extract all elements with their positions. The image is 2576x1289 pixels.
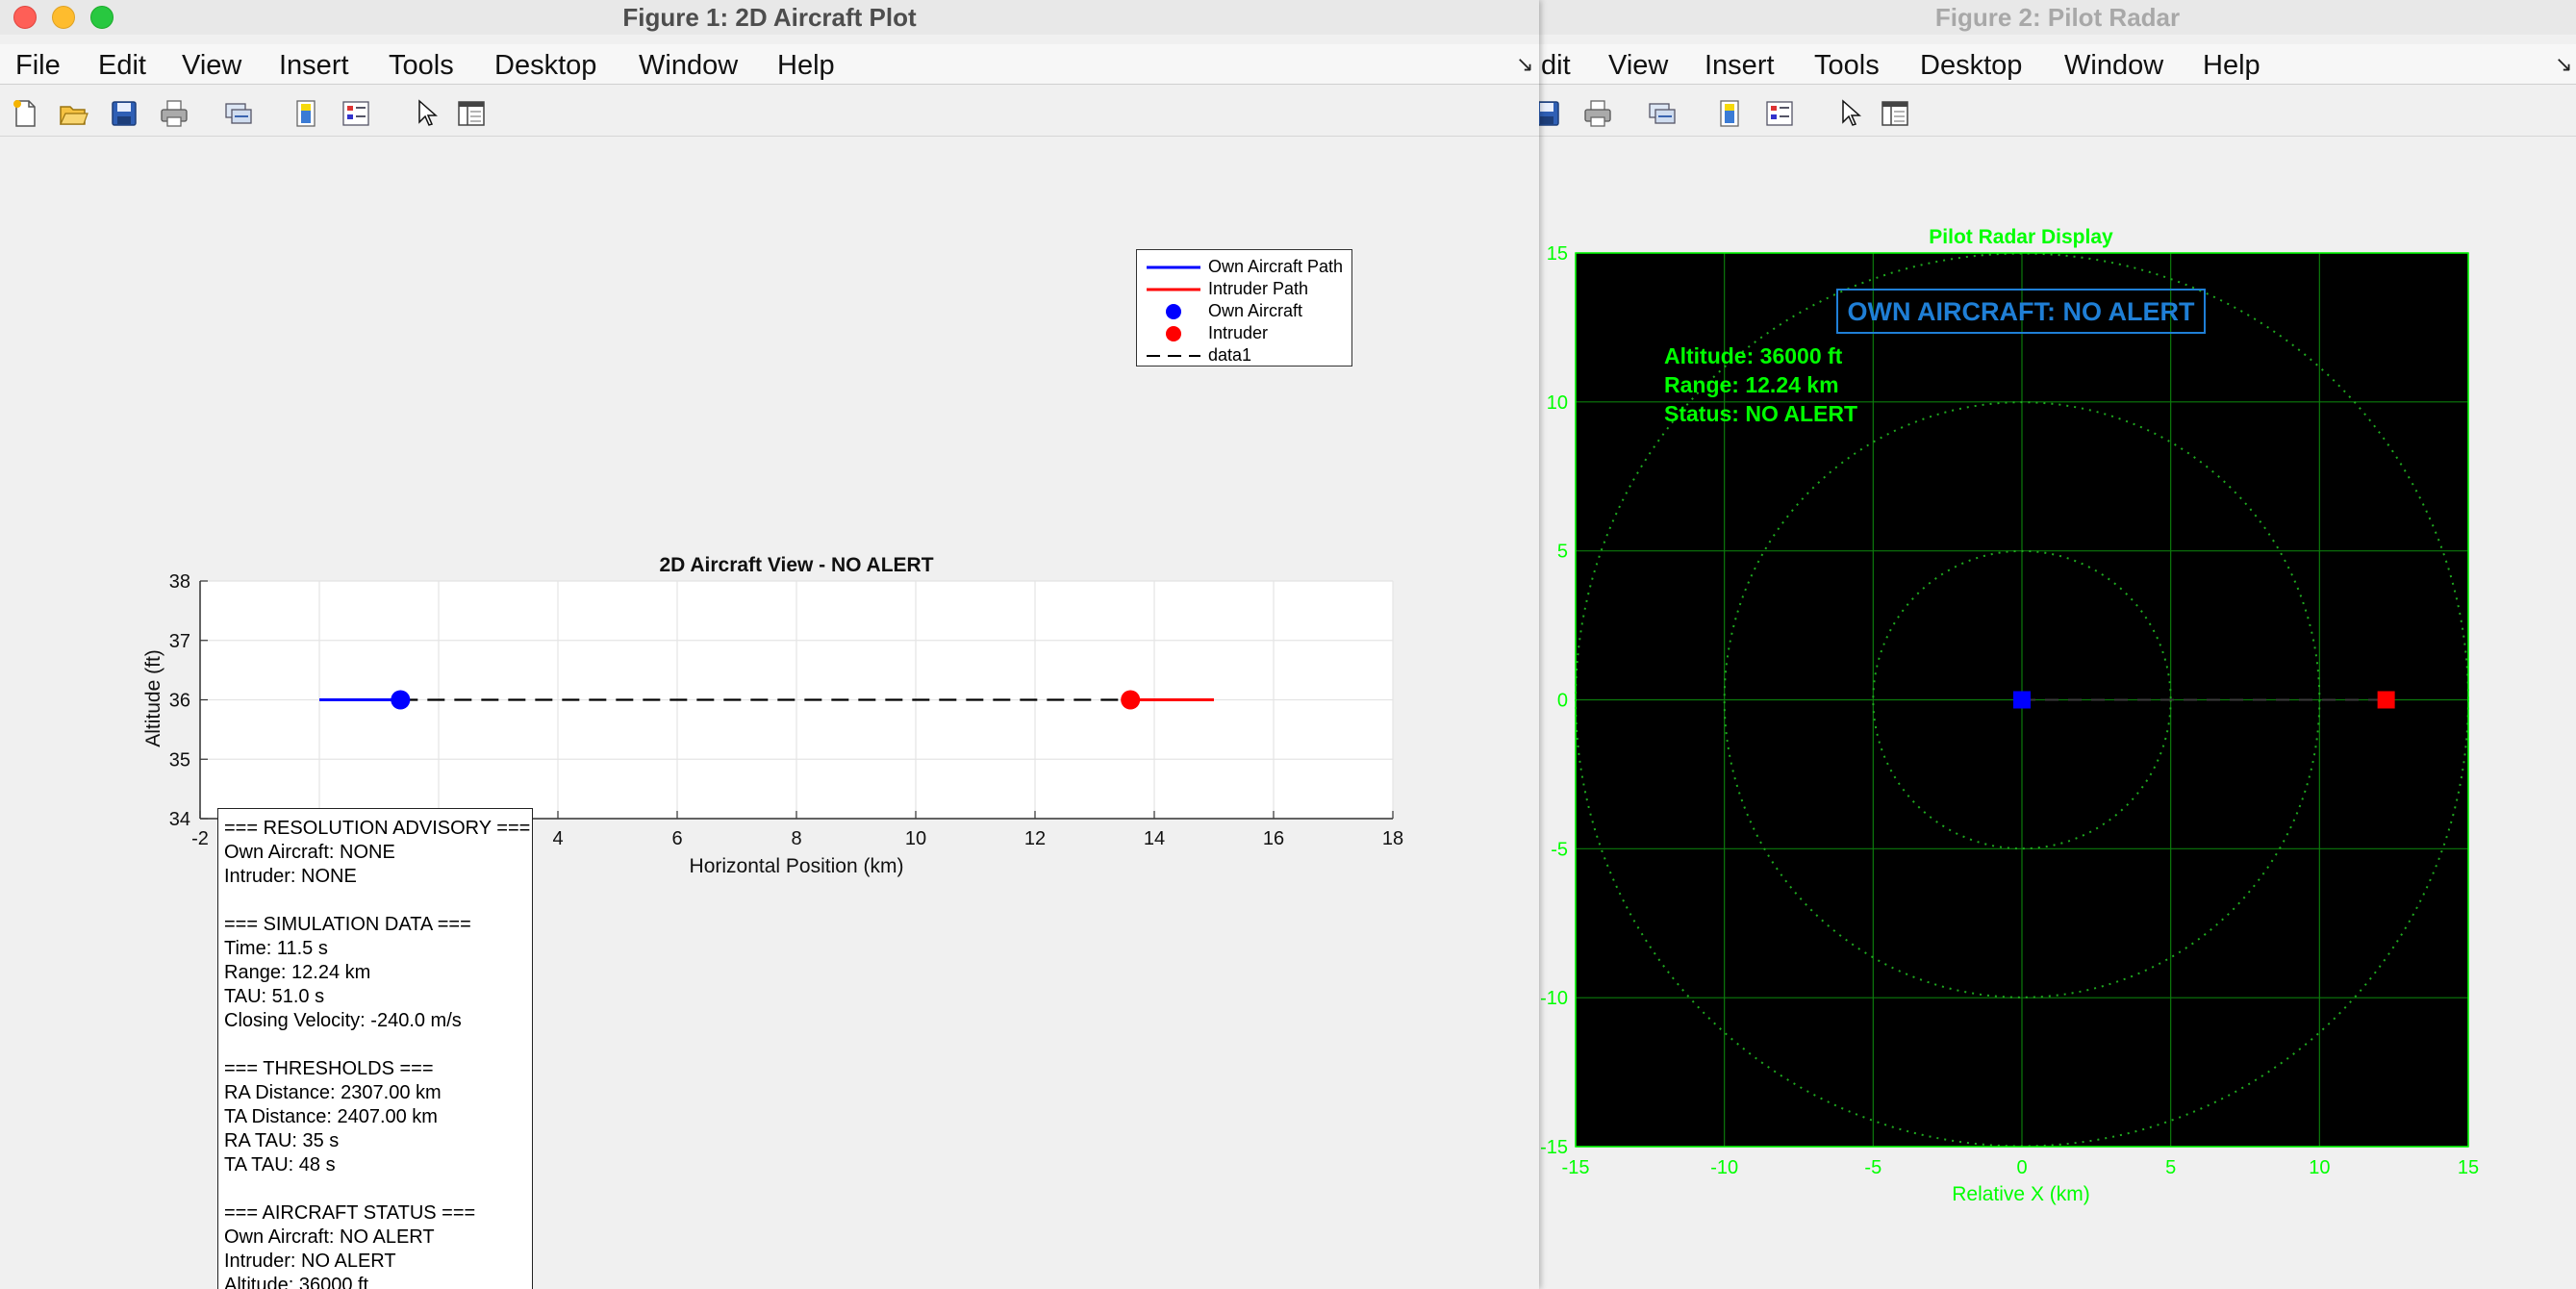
x-tick-label: 8 — [791, 828, 801, 849]
legend-label: Own Aircraft Path — [1208, 257, 1344, 276]
radar-info-line: Altitude: 36000 ft — [1664, 343, 1843, 368]
x-tick-label: 18 — [1382, 828, 1403, 849]
legend-item-own-path: Own Aircraft Path — [1137, 257, 1351, 278]
radar-info-line: Status: NO ALERT — [1664, 401, 1857, 426]
y-tick-label: 5 — [1557, 542, 1568, 563]
radar-intruder-marker — [2377, 691, 2395, 709]
x-tick-label: -15 — [1562, 1157, 1590, 1178]
y-tick-label: -10 — [1540, 988, 1568, 1009]
y-tick-label: 15 — [1547, 243, 1568, 265]
x-tick-label: 12 — [1024, 828, 1046, 849]
x-tick-label: -2 — [191, 828, 209, 849]
own-aircraft-marker — [391, 690, 411, 710]
y-tick-label: 35 — [169, 749, 190, 771]
legend-label: data1 — [1208, 345, 1252, 365]
x-tick-label: 16 — [1263, 828, 1284, 849]
y-tick-label: -15 — [1540, 1137, 1568, 1158]
legend-label: Own Aircraft — [1208, 301, 1303, 320]
x-tick-label: 0 — [2016, 1157, 2027, 1178]
legend-label: Intruder Path — [1208, 279, 1309, 298]
x-tick-label: -5 — [1864, 1157, 1881, 1178]
x-tick-label: 5 — [2165, 1157, 2176, 1178]
x-tick-label: 15 — [2458, 1157, 2479, 1178]
intruder-marker — [1121, 690, 1141, 710]
legend-label: Intruder — [1208, 323, 1269, 342]
y-tick-label: 10 — [1547, 392, 1568, 414]
resolution-advisory-textbox: === RESOLUTION ADVISORY === Own Aircraft… — [217, 808, 533, 1289]
radar-own-aircraft-marker — [2013, 691, 2031, 709]
y-tick-label: 37 — [169, 631, 190, 652]
x-axis-label: Horizontal Position (km) — [690, 855, 904, 877]
x-tick-label: 10 — [905, 828, 926, 849]
y-tick-label: 0 — [1557, 691, 1568, 712]
radar-x-axis-label: Relative X (km) — [1952, 1183, 2090, 1205]
x-tick-label: -10 — [1710, 1157, 1738, 1178]
y-tick-label: 38 — [169, 571, 190, 593]
legend-item-own-aircraft: Own Aircraft — [1137, 301, 1351, 322]
radar-info-line: Range: 12.24 km — [1664, 372, 1839, 397]
figure-2-window: Figure 2: Pilot Radar dit View Insert To… — [1539, 0, 2576, 1289]
legend-item-data1: data1 — [1137, 345, 1351, 366]
y-tick-label: 34 — [169, 809, 190, 830]
y-tick-label: 36 — [169, 691, 190, 712]
y-tick-label: -5 — [1551, 839, 1568, 860]
plot-legend[interactable]: Own Aircraft Path Intruder Path Own Airc… — [1136, 249, 1352, 366]
legend-item-intruder: Intruder — [1137, 323, 1351, 344]
x-tick-label: 14 — [1144, 828, 1165, 849]
plot-title: 2D Aircraft View - NO ALERT — [659, 554, 933, 576]
legend-item-intruder-path: Intruder Path — [1137, 279, 1351, 300]
x-tick-label: 4 — [552, 828, 563, 849]
radar-plot: Pilot Radar Display Relative X (km) -15-… — [1540, 226, 2479, 1205]
radar-title: Pilot Radar Display — [1929, 226, 2113, 248]
y-axis-label: Altitude (ft) — [142, 649, 164, 747]
alert-banner-text: OWN AIRCRAFT: NO ALERT — [1848, 297, 2195, 326]
x-tick-label: 6 — [671, 828, 682, 849]
figure-1-window: Figure 1: 2D Aircraft Plot File Edit Vie… — [0, 0, 1539, 1289]
x-tick-label: 10 — [2309, 1157, 2330, 1178]
